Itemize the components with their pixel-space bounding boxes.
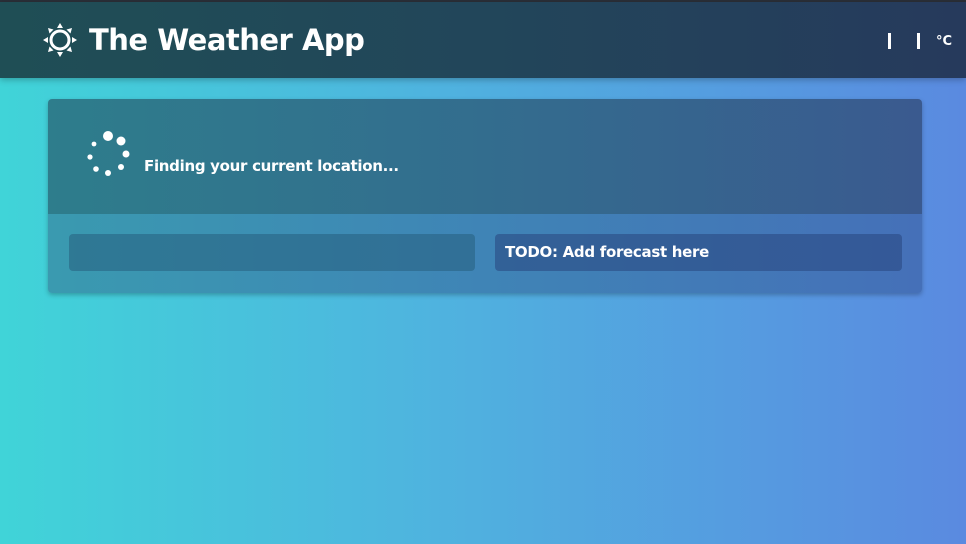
header-divider (887, 33, 891, 49)
sun-icon (42, 22, 78, 58)
app-header: The Weather App °C (0, 2, 966, 78)
forecast-panel: TODO: Add forecast here (495, 234, 902, 271)
location-status-text: Finding your current location... (144, 157, 399, 175)
current-weather-panel (69, 234, 475, 271)
header-divider (916, 33, 920, 49)
location-status-section: Finding your current location... (48, 99, 922, 214)
header-controls: °C (875, 28, 952, 54)
weather-card: Finding your current location... TODO: A… (48, 99, 922, 293)
temperature-unit-toggle[interactable]: °C (936, 34, 952, 49)
forecast-text: TODO: Add forecast here (505, 243, 709, 261)
app-title: The Weather App (89, 23, 365, 57)
loading-spinner-icon (84, 131, 132, 179)
